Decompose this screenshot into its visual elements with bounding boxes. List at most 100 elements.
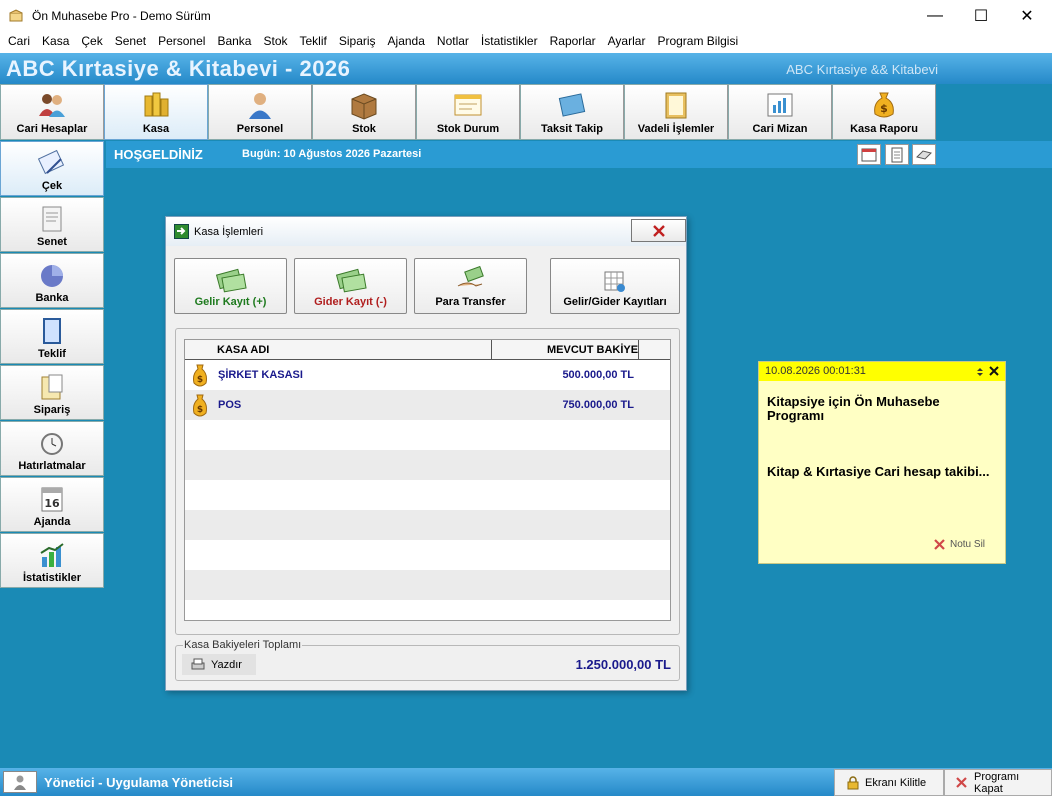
notepad-icon	[891, 147, 903, 162]
money-transfer-button[interactable]: Para Transfer	[414, 258, 527, 314]
delete-note-button[interactable]: Notu Sil	[933, 538, 985, 551]
lock-screen-button[interactable]: Ekranı Kilitle	[834, 769, 944, 796]
toolbar-label: Cari Mizan	[752, 123, 808, 135]
company-title: ABC Kırtasiye & Kitabevi - 2026	[6, 56, 351, 81]
empty-row	[185, 510, 670, 540]
people-icon	[39, 94, 65, 117]
cash-name: POS	[218, 399, 242, 411]
sidebar-item-hatirlatmalar[interactable]: Hatırlatmalar	[0, 421, 104, 476]
user-icon	[14, 775, 26, 790]
sidebar-item-senet[interactable]: Senet	[0, 197, 104, 252]
toolbar-stok[interactable]: Stok	[312, 84, 416, 140]
menu-cek[interactable]: Çek	[75, 34, 108, 48]
table-row[interactable]: $ POS 750.000,00 TL	[185, 390, 670, 420]
column-divider	[491, 340, 492, 360]
welcome-bar: HOŞGELDİNİZ Bugün: 10 Ağustos 2026 Pazar…	[106, 141, 1052, 168]
maximize-button[interactable]: ☐	[958, 0, 1004, 31]
sidebar-item-siparis[interactable]: Sipariş	[0, 365, 104, 420]
cash-balance: 500.000,00 TL	[562, 369, 634, 381]
close-icon	[956, 777, 967, 788]
exit-program-label: Programı Kapat	[974, 770, 1020, 795]
menu-istatistikler[interactable]: İstatistikler	[475, 34, 544, 48]
empty-row	[185, 540, 670, 570]
toolbar-taksit-takip[interactable]: Taksit Takip	[520, 84, 624, 140]
grid-refresh-icon	[604, 271, 625, 292]
menu-program-bilgisi[interactable]: Program Bilgisi	[651, 34, 744, 48]
lock-screen-label: Ekranı Kilitle	[865, 776, 927, 789]
quick-calculator-button[interactable]	[912, 144, 936, 165]
title-bar: Ön Muhasebe Pro - Demo Sürüm — ☐ ✕	[0, 0, 1052, 31]
sidebar-item-istatistikler[interactable]: İstatistikler	[0, 533, 104, 588]
menu-cari[interactable]: Cari	[2, 34, 36, 48]
money-transfer-icon	[457, 266, 484, 287]
toolbar-cari-hesaplar[interactable]: Cari Hesaplar	[0, 84, 104, 140]
person-icon	[249, 93, 271, 119]
current-user: Yönetici - Uygulama Yöneticisi	[44, 775, 234, 790]
menu-teklif[interactable]: Teklif	[294, 34, 333, 48]
quick-notes-button[interactable]	[885, 144, 909, 165]
table-header: KASA ADI MEVCUT BAKİYE	[185, 340, 670, 360]
toolbar-personel[interactable]: Personel	[208, 84, 312, 140]
resize-arrows-icon[interactable]	[976, 367, 984, 377]
menu-stok[interactable]: Stok	[257, 34, 293, 48]
quick-calendar-button[interactable]	[857, 144, 881, 165]
column-header-balance[interactable]: MEVCUT BAKİYE	[547, 344, 638, 356]
income-entry-button[interactable]: Gelir Kayıt (+)	[174, 258, 287, 314]
stats-icon	[40, 543, 64, 567]
order-icon	[41, 374, 63, 400]
menu-ajanda[interactable]: Ajanda	[382, 34, 431, 48]
column-header-name[interactable]: KASA ADI	[217, 344, 269, 356]
dialog-titlebar: Kasa İşlemleri	[166, 217, 686, 246]
money-bag-icon: $	[874, 92, 894, 118]
svg-text:$: $	[197, 405, 203, 415]
income-expense-records-button[interactable]: Gelir/Gider Kayıtları	[550, 258, 680, 314]
menu-ayarlar[interactable]: Ayarlar	[602, 34, 652, 48]
note-header: 10.08.2026 00:01:31	[759, 362, 1005, 381]
note-date: 10.08.2026 00:01:31	[765, 365, 866, 377]
svg-text:$: $	[880, 102, 888, 115]
dialog-close-button[interactable]	[631, 219, 686, 242]
menu-banka[interactable]: Banka	[211, 34, 257, 48]
lock-icon	[847, 775, 859, 789]
sidebar-item-ajanda[interactable]: 16 Ajanda	[0, 477, 104, 532]
cash-total-value: 1.250.000,00 TL	[575, 657, 671, 672]
toolbar-cari-mizan[interactable]: Cari Mizan	[728, 84, 832, 140]
toolbar-kasa-raporu[interactable]: $ Kasa Raporu	[832, 84, 936, 140]
card-icon	[558, 93, 586, 117]
cash-accounts-table[interactable]: KASA ADI MEVCUT BAKİYE $ ŞİRKET KASASI 5…	[184, 339, 671, 621]
print-button[interactable]: Yazdır	[182, 654, 256, 675]
cheque-icon	[37, 149, 65, 175]
toolbar-label: Vadeli İşlemler	[637, 123, 715, 135]
minimize-button[interactable]: —	[912, 0, 958, 31]
toolbar-label: Stok	[352, 123, 376, 135]
sidebar-item-cek[interactable]: Çek	[0, 141, 104, 196]
menu-siparis[interactable]: Sipariş	[333, 34, 382, 48]
toolbar-kasa[interactable]: Kasa	[104, 84, 208, 140]
menu-notlar[interactable]: Notlar	[431, 34, 475, 48]
menu-raporlar[interactable]: Raporlar	[544, 34, 602, 48]
folder-icon	[665, 92, 687, 119]
sticky-note[interactable]: 10.08.2026 00:01:31 Kitapsiye için Ön Mu…	[758, 361, 1006, 564]
app-icon	[9, 8, 23, 21]
status-bar: Yönetici - Uygulama Yöneticisi Ekranı Ki…	[0, 768, 1052, 796]
menu-kasa[interactable]: Kasa	[36, 34, 75, 48]
note-close-icon[interactable]	[989, 366, 999, 376]
menu-bar: Cari Kasa Çek Senet Personel Banka Stok …	[0, 31, 1052, 51]
expense-entry-label: Gider Kayıt (-)	[314, 296, 387, 308]
menu-senet[interactable]: Senet	[109, 34, 152, 48]
box-icon	[351, 93, 377, 120]
cash-total-group: Kasa Bakiyeleri Toplamı Yazdır 1.250.000…	[175, 639, 680, 681]
menu-personel[interactable]: Personel	[152, 34, 211, 48]
toolbar-vadeli-islemler[interactable]: Vadeli İşlemler	[624, 84, 728, 140]
money-transfer-label: Para Transfer	[435, 296, 506, 308]
close-window-button[interactable]: ✕	[1004, 0, 1050, 31]
exit-program-button[interactable]: Programı Kapat	[944, 769, 1052, 796]
sidebar-item-teklif[interactable]: Teklif	[0, 309, 104, 364]
table-row[interactable]: $ ŞİRKET KASASI 500.000,00 TL	[185, 360, 670, 390]
toolbar-stok-durum[interactable]: Stok Durum	[416, 84, 520, 140]
today-date: Bugün: 10 Ağustos 2026 Pazartesi	[242, 148, 422, 160]
toolbar-label: Personel	[236, 123, 284, 135]
alarm-clock-icon	[41, 433, 63, 455]
sidebar-item-banka[interactable]: Banka	[0, 253, 104, 308]
expense-entry-button[interactable]: Gider Kayıt (-)	[294, 258, 407, 314]
